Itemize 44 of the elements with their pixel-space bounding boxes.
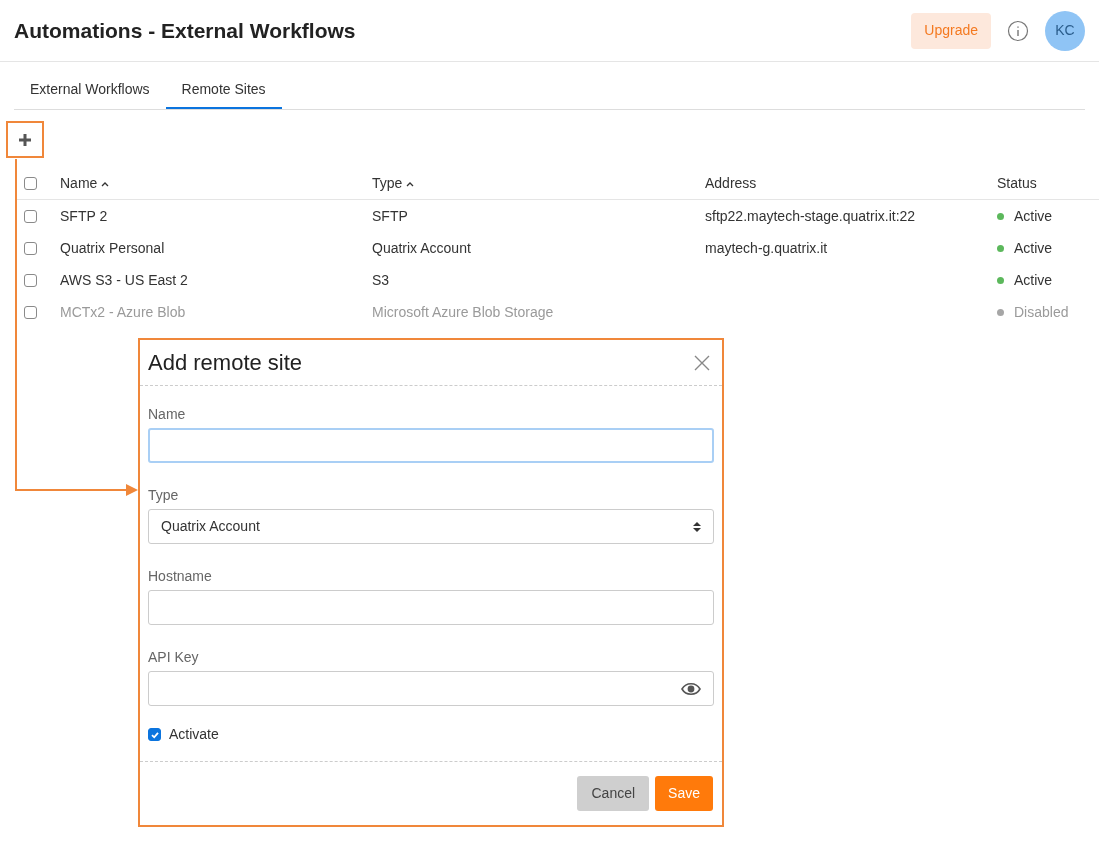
status-text: Active [1014,206,1053,226]
cancel-button[interactable]: Cancel [577,776,650,811]
info-icon[interactable] [1007,19,1029,42]
tab[interactable]: Remote Sites [165,72,282,109]
table-cell: maytech-g.quatrix.it [705,240,828,256]
page-title: Automations - External Workflows [14,17,357,44]
column-header[interactable]: Type [372,173,403,194]
table-cell: SFTP 2 [60,208,108,224]
row-checkbox[interactable] [24,273,37,287]
column-header[interactable]: Name [60,173,98,194]
user-avatar[interactable]: KC [1045,10,1085,51]
status-text: Active [1014,270,1053,290]
table-cell: AWS S3 - US East 2 [60,272,188,288]
dialog-title: Add remote site [148,349,303,377]
table-cell: sftp22.maytech-stage.quatrix.it:22 [705,208,916,224]
column-header[interactable]: Address [705,173,757,194]
table-cell: Quatrix Personal [60,240,165,256]
eye-icon[interactable] [681,681,701,696]
row-checkbox[interactable] [24,209,37,223]
field-label: Type [148,486,180,505]
close-icon[interactable] [694,354,710,371]
input-field[interactable] [148,590,714,625]
checkbox-label: Activate [169,725,219,744]
column-header[interactable]: Status [997,173,1037,194]
plus-icon [18,132,32,147]
table-cell: Microsoft Azure Blob Storage [372,304,554,320]
select-all-checkbox[interactable] [24,177,37,190]
table-cell: SFTP [372,208,408,224]
field-label: Hostname [148,567,213,586]
input-field[interactable] [148,671,714,706]
table-cell: Quatrix Account [372,240,471,256]
add-button[interactable] [6,121,44,158]
type-select[interactable]: Quatrix Account [148,509,714,544]
status-text: Disabled [1014,302,1069,322]
field-label: Name [148,405,187,424]
row-checkbox[interactable] [24,241,37,255]
field-label: API Key [148,648,200,667]
table-cell: MCTx2 - Azure Blob [60,304,186,320]
table-cell: S3 [372,272,390,288]
status-text: Active [1014,238,1053,258]
sort-arrows-icon [693,520,701,533]
input-field[interactable] [148,428,714,463]
activate-checkbox[interactable] [148,728,161,741]
tab[interactable]: External Workflows [14,72,166,109]
